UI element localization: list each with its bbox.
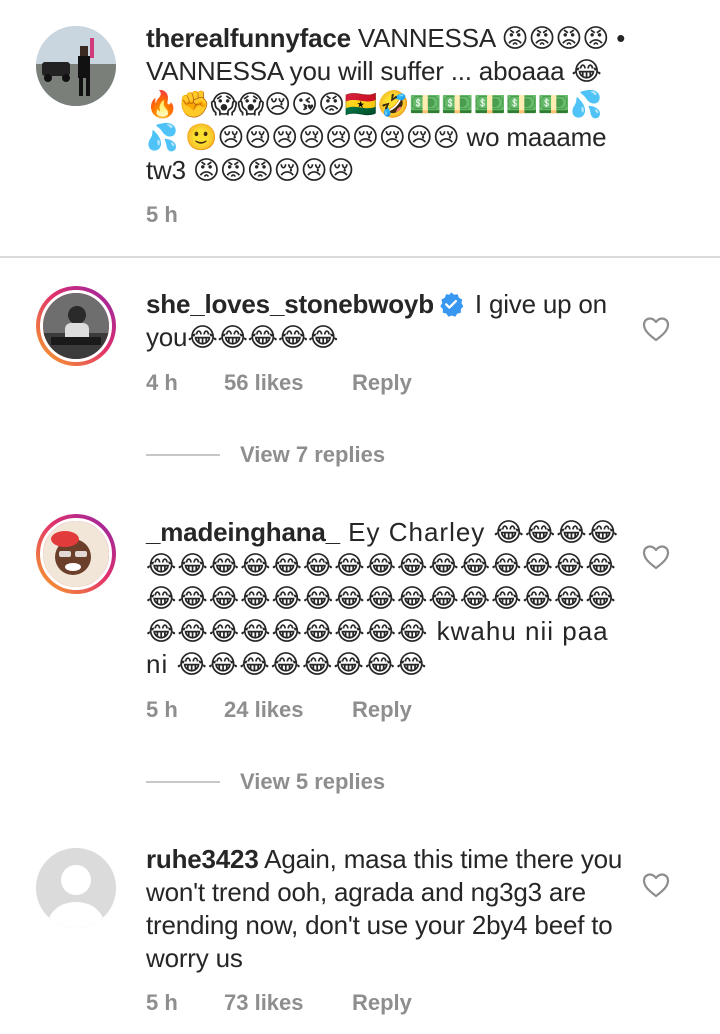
reply-button[interactable]: Reply (352, 990, 412, 1016)
comment-text: _madeinghana_ Ey Charley 😂😂😂😂😂😂😂😂😂😂😂😂😂😂😂… (146, 516, 626, 681)
replies-line (146, 781, 220, 783)
view-replies-label[interactable]: View 5 replies (240, 769, 385, 795)
like-count[interactable]: 73 likes (224, 990, 352, 1016)
heart-outline-icon[interactable] (642, 544, 670, 570)
avatar-photo (40, 518, 112, 590)
comment-meta: 5 h 24 likes Reply (146, 697, 412, 723)
comment-text: therealfunnyface VANNESSA 😡😡😡😡 • VANNESS… (146, 22, 626, 187)
like-count[interactable]: 24 likes (224, 697, 352, 723)
comment-username[interactable]: _madeinghana_ (146, 517, 340, 547)
view-replies-button[interactable]: View 7 replies (146, 440, 385, 470)
heart-outline-icon[interactable] (642, 316, 670, 342)
default-avatar-icon (36, 848, 116, 928)
view-replies-label[interactable]: View 7 replies (240, 442, 385, 468)
view-replies-button[interactable]: View 5 replies (146, 767, 385, 797)
comment-username[interactable]: ruhe3423 (146, 844, 259, 874)
comment-username[interactable]: she_loves_stonebwoyb (146, 289, 434, 319)
comments-list: therealfunnyface VANNESSA 😡😡😡😡 • VANNESS… (0, 0, 720, 1034)
comment-time: 4 h (146, 370, 178, 395)
comment-meta: 5 h 73 likes Reply (146, 990, 412, 1016)
comment-time: 5 h (146, 697, 178, 722)
comment-time: 5 h (146, 202, 178, 227)
heart-outline-icon[interactable] (642, 872, 670, 898)
avatar[interactable] (36, 286, 116, 366)
verified-badge-icon (440, 292, 464, 317)
replies-line (146, 454, 220, 456)
avatar-photo (36, 26, 116, 106)
avatar-photo (40, 290, 112, 362)
comment-text: she_loves_stonebwoyb I give up on you😂😂😂… (146, 288, 626, 354)
comment-text: ruhe3423 Again, masa this time there you… (146, 843, 626, 975)
avatar[interactable] (36, 514, 116, 594)
divider (0, 256, 720, 258)
comment-username[interactable]: therealfunnyface (146, 23, 351, 53)
reply-button[interactable]: Reply (352, 697, 412, 723)
comment-time: 5 h (146, 990, 178, 1015)
reply-button[interactable]: Reply (352, 370, 412, 396)
like-count[interactable]: 56 likes (224, 370, 352, 396)
avatar[interactable] (36, 26, 116, 106)
comment-meta: 5 h (146, 202, 224, 228)
avatar[interactable] (36, 848, 116, 928)
comment-meta: 4 h 56 likes Reply (146, 370, 412, 396)
